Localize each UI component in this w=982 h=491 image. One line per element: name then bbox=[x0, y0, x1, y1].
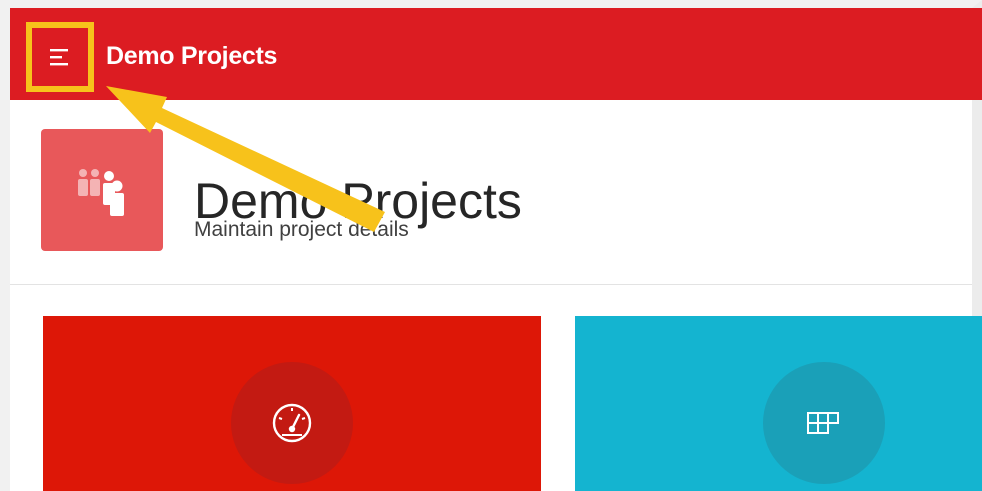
dashboard-card[interactable] bbox=[43, 316, 541, 491]
page-hero: Demo Projects Maintain project details bbox=[10, 100, 972, 285]
dashboard-card-circle bbox=[231, 362, 353, 484]
app-header: Demo Projects bbox=[10, 8, 982, 100]
grid-card[interactable] bbox=[575, 316, 982, 491]
menu-toggle-button[interactable] bbox=[26, 22, 94, 92]
page-subtitle: Maintain project details bbox=[194, 218, 409, 241]
app-title[interactable]: Demo Projects bbox=[106, 42, 277, 71]
dashboard-gauge-icon bbox=[272, 403, 312, 443]
hamburger-menu-icon bbox=[50, 49, 68, 66]
grid-card-circle bbox=[763, 362, 885, 484]
users-icon bbox=[41, 129, 163, 251]
grid-table-icon bbox=[807, 412, 839, 434]
